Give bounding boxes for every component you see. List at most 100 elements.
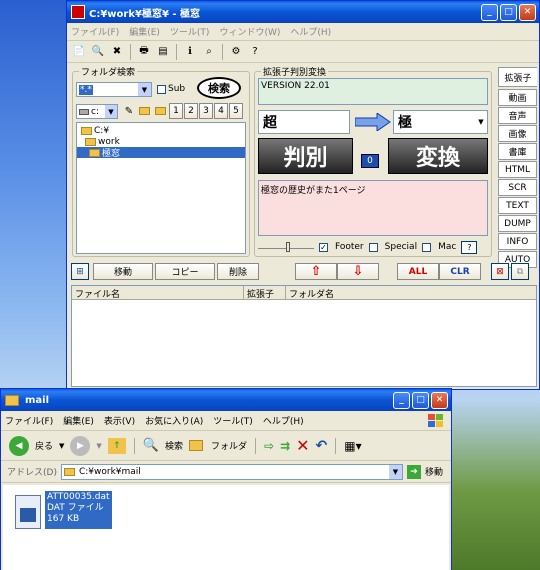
go-arrow-icon[interactable]: ➔ — [406, 464, 421, 479]
tab-text[interactable]: TEXT — [498, 197, 537, 214]
num-tab-1[interactable]: 1 — [169, 103, 183, 119]
up-arrow-button[interactable]: ⇧ — [295, 263, 337, 280]
forward-arrow-icon[interactable]: ▶ — [70, 435, 91, 456]
tab-info[interactable]: INFO — [498, 233, 537, 250]
from-ext-field[interactable]: 超 — [258, 110, 350, 134]
search-label[interactable]: 検索 — [165, 439, 183, 452]
num-tab-3[interactable]: 3 — [199, 103, 213, 119]
drive-combo[interactable]: c: ▼ — [76, 104, 118, 119]
address-field[interactable]: C:¥work¥mail ▼ — [60, 463, 403, 480]
special-checkbox[interactable] — [368, 242, 378, 252]
chevron-down-icon[interactable]: ▼ — [96, 442, 101, 450]
down-arrow-button[interactable]: ⇩ — [337, 263, 379, 280]
chevron-down-icon[interactable]: ▼ — [475, 111, 487, 133]
address-bar: アドレス(D) C:¥work¥mail ▼ ➔ 移動 — [1, 461, 451, 483]
tree-node-root[interactable]: C:¥ — [81, 125, 245, 136]
menu-edit[interactable]: 編集(E) — [129, 25, 160, 38]
judge-button[interactable]: 判別 — [258, 138, 353, 174]
chevron-down-icon[interactable]: ▼ — [105, 105, 117, 118]
tab-video[interactable]: 動画 — [498, 89, 537, 106]
tab-dump[interactable]: DUMP — [498, 215, 537, 232]
clr-button[interactable]: CLR — [439, 263, 481, 280]
search-button[interactable]: 検索 — [197, 77, 241, 99]
menu-window[interactable]: ウィンドウ(W) — [219, 25, 280, 38]
to-ext-combo[interactable]: 極 ▼ — [393, 110, 488, 134]
tab-image[interactable]: 画像 — [498, 125, 537, 142]
level-slider[interactable] — [258, 242, 314, 252]
menu-tools[interactable]: ツール(T) — [170, 25, 210, 38]
col-folder[interactable]: フォルダ名 — [286, 286, 536, 300]
folder-icon[interactable] — [153, 103, 169, 119]
tab-html[interactable]: HTML — [498, 161, 537, 178]
back-label[interactable]: 戻る — [35, 439, 53, 452]
back-arrow-icon[interactable]: ◀ — [9, 435, 29, 456]
col-ext[interactable]: 拡張子 — [244, 286, 286, 300]
delete-icon[interactable]: ✕ — [296, 436, 309, 455]
chevron-down-icon[interactable]: ▼ — [138, 83, 151, 96]
num-tab-5[interactable]: 5 — [229, 103, 243, 119]
edit-folder-icon[interactable]: ✎ — [121, 103, 137, 119]
convert-button[interactable]: 変換 — [388, 138, 488, 174]
menu-file[interactable]: ファイル(F) — [5, 414, 53, 427]
minimize-button[interactable]: _ — [393, 391, 410, 409]
tab-audio[interactable]: 音声 — [498, 107, 537, 124]
info-icon[interactable]: ℹ — [182, 44, 198, 60]
tab-scr[interactable]: SCR — [498, 179, 537, 196]
undo-icon[interactable]: ↶ — [316, 438, 328, 454]
ext-judge-group: 拡張子判別変換 VERSION 22.01 超 極 ▼ 判別 0 変換 極窓の歴… — [254, 65, 492, 257]
all-button[interactable]: ALL — [397, 263, 439, 280]
menu-help[interactable]: ヘルプ(H) — [263, 414, 304, 427]
menu-edit[interactable]: 編集(E) — [63, 414, 94, 427]
chevron-down-icon[interactable]: ▼ — [59, 442, 64, 450]
menu-tools[interactable]: ツール(T) — [213, 414, 253, 427]
delete-button[interactable]: 削除 — [217, 263, 259, 280]
move-to-icon[interactable]: ⇨ — [264, 439, 274, 453]
menu-favorites[interactable]: お気に入り(A) — [145, 414, 203, 427]
num-tab-2[interactable]: 2 — [184, 103, 198, 119]
maximize-button[interactable]: □ — [412, 391, 429, 409]
folders-icon[interactable] — [189, 440, 203, 451]
close-doc-icon[interactable]: ✖ — [109, 44, 125, 60]
close-button[interactable]: ✕ — [431, 391, 448, 409]
footer-checkbox[interactable]: ✓ — [319, 242, 328, 252]
file-item[interactable]: ATT00035.dat DAT ファイル 167 KB — [15, 491, 112, 529]
views-icon[interactable]: ▦▾ — [344, 439, 361, 453]
copy-to-icon[interactable]: ⇉ — [280, 439, 290, 453]
minimize-button[interactable]: _ — [481, 3, 498, 21]
sub-check-box[interactable] — [157, 84, 166, 94]
pattern-combo[interactable]: *.* ▼ — [76, 82, 152, 97]
help-button[interactable]: ? — [461, 240, 478, 254]
tab-archive[interactable]: 書庫 — [498, 143, 537, 160]
tree-node-kiwa[interactable]: 極窓 — [77, 147, 245, 159]
chevron-down-icon[interactable]: ▼ — [388, 464, 402, 479]
menu-help[interactable]: ヘルプ(H) — [290, 25, 331, 38]
copy-button[interactable]: コピー — [155, 263, 215, 280]
menu-file[interactable]: ファイル(F) — [71, 25, 119, 38]
new-icon[interactable]: 📄 — [71, 44, 87, 60]
go-label[interactable]: 移動 — [425, 465, 443, 478]
grid-icon[interactable]: ⊞ — [71, 263, 89, 280]
search-icon[interactable]: 🔍 — [143, 438, 159, 453]
explorer-titlebar[interactable]: mail _ □ ✕ — [1, 389, 451, 411]
tab-ext[interactable]: 拡張子 — [498, 67, 537, 87]
num-tab-4[interactable]: 4 — [214, 103, 228, 119]
move-button[interactable]: 移動 — [93, 263, 153, 280]
up-folder-icon[interactable]: ↑ — [107, 437, 126, 454]
open-folder-icon[interactable] — [137, 103, 153, 119]
properties-icon[interactable]: ▤ — [155, 44, 171, 60]
print-icon[interactable]: 🖶 — [136, 44, 152, 60]
menu-view[interactable]: 表示(V) — [104, 414, 135, 427]
col-filename[interactable]: ファイル名 — [72, 286, 244, 300]
zoom-icon[interactable]: ⌕ — [201, 44, 217, 60]
find-icon[interactable]: 🔍 — [90, 44, 106, 60]
sub-checkbox[interactable]: Sub — [157, 84, 185, 94]
preview-icon[interactable]: ⧉ — [511, 263, 529, 280]
reject-icon[interactable]: ⊠ — [491, 263, 509, 280]
close-button[interactable]: ✕ — [519, 3, 536, 21]
maximize-button[interactable]: □ — [500, 3, 517, 21]
settings-icon[interactable]: ⚙ — [228, 44, 244, 60]
mac-checkbox[interactable] — [422, 242, 432, 252]
kiwa-titlebar[interactable]: C:¥work¥極窓¥ - 極窓 _ □ ✕ — [67, 1, 539, 23]
folders-label[interactable]: フォルダ — [211, 439, 247, 452]
help-icon[interactable]: ? — [247, 44, 263, 60]
